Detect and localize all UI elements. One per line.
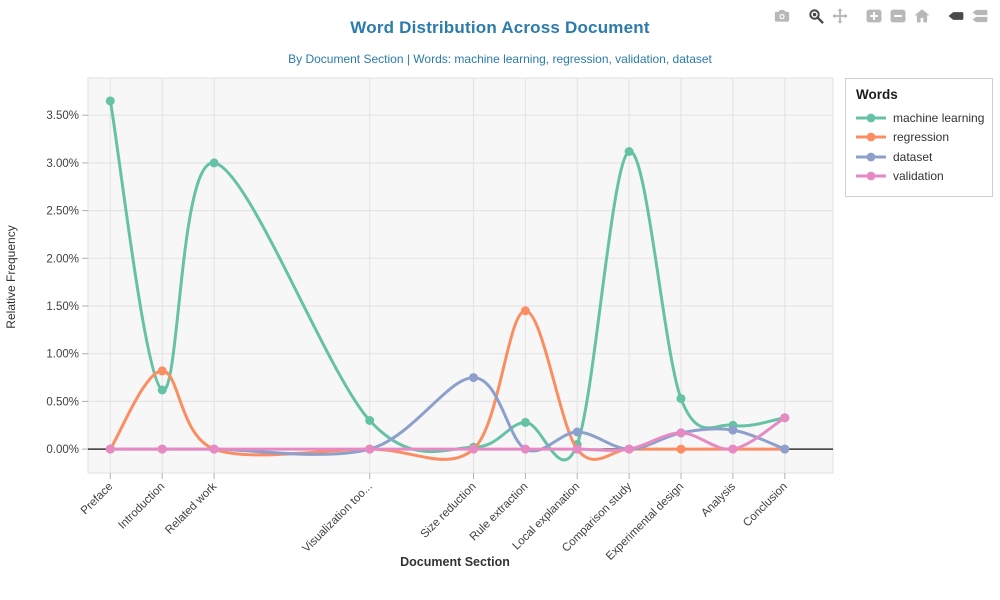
legend-label: regression: [893, 130, 949, 144]
y-tick-label: 0.00%: [46, 444, 79, 456]
legend-item-dataset[interactable]: dataset: [856, 147, 984, 167]
point-regression-8[interactable]: [677, 445, 686, 454]
point-machine-learning-0[interactable]: [106, 96, 115, 105]
plot-area[interactable]: [88, 78, 833, 473]
legend-title: Words: [856, 87, 984, 102]
legend-label: dataset: [893, 150, 932, 164]
y-tick-label: 1.50%: [46, 301, 79, 313]
x-tick-label: Analysis: [699, 480, 738, 519]
legend-label: validation: [893, 169, 944, 183]
legend-marker-icon: [856, 112, 886, 124]
point-regression-5[interactable]: [521, 306, 530, 315]
point-machine-learning-3[interactable]: [365, 416, 374, 425]
y-tick-label: 1.00%: [46, 349, 79, 361]
y-tick-label: 0.50%: [46, 396, 79, 408]
legend-marker-icon: [856, 151, 886, 163]
x-tick-label: Visualization too...: [300, 481, 374, 555]
x-tick-label: Introduction: [116, 481, 167, 532]
x-tick-label: Related work: [163, 480, 219, 536]
y-tick-label: 2.50%: [46, 206, 79, 218]
legend-entries: machine learning regression dataset validat…: [856, 108, 984, 186]
x-tick-label: Preface: [79, 481, 116, 518]
y-tick-label: 3.50%: [46, 110, 79, 122]
point-machine-learning-1[interactable]: [158, 386, 167, 395]
legend-item-validation[interactable]: validation: [856, 167, 984, 187]
point-dataset-10[interactable]: [780, 445, 789, 454]
point-validation-7[interactable]: [625, 445, 634, 454]
point-dataset-4[interactable]: [469, 373, 478, 382]
x-axis-title: Document Section: [400, 555, 510, 569]
point-machine-learning-7[interactable]: [625, 147, 634, 156]
point-validation-2[interactable]: [210, 445, 219, 454]
legend-item-regression[interactable]: regression: [856, 128, 984, 148]
x-tick-label: Conclusion: [741, 481, 790, 530]
point-machine-learning-2[interactable]: [210, 158, 219, 167]
y-axis-title: Relative Frequency: [4, 225, 18, 328]
point-validation-6[interactable]: [573, 445, 582, 454]
point-validation-0[interactable]: [106, 445, 115, 454]
legend-marker-icon: [856, 131, 886, 143]
point-validation-4[interactable]: [469, 445, 478, 454]
legend-item-machine-learning[interactable]: machine learning: [856, 108, 984, 128]
legend-marker-icon: [856, 170, 886, 182]
point-validation-10[interactable]: [780, 413, 789, 422]
point-validation-5[interactable]: [521, 445, 530, 454]
legend-label: machine learning: [893, 111, 984, 125]
point-machine-learning-8[interactable]: [677, 394, 686, 403]
x-tick-label: Size reduction: [419, 481, 479, 541]
point-machine-learning-5[interactable]: [521, 418, 530, 427]
point-dataset-9[interactable]: [728, 426, 737, 435]
point-validation-1[interactable]: [158, 445, 167, 454]
y-tick-label: 2.00%: [46, 253, 79, 265]
legend: Words machine learning regression dataset v…: [845, 78, 993, 197]
y-tick-label: 3.00%: [46, 158, 79, 170]
point-validation-9[interactable]: [728, 445, 737, 454]
point-validation-3[interactable]: [365, 445, 374, 454]
point-validation-8[interactable]: [677, 428, 686, 437]
point-dataset-6[interactable]: [573, 428, 582, 437]
point-regression-1[interactable]: [158, 366, 167, 375]
